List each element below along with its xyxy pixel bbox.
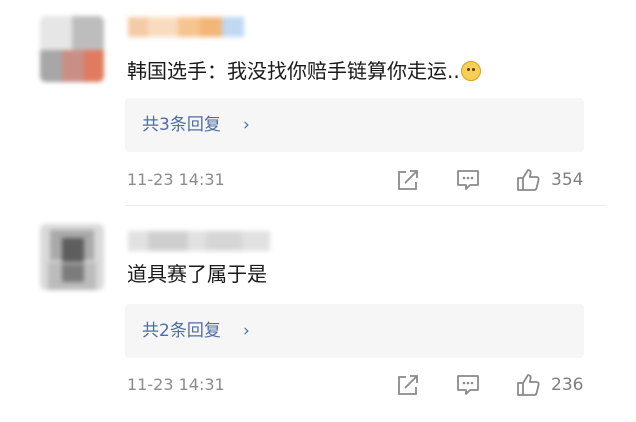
smirk-cat-emoji-icon xyxy=(460,61,481,81)
like-count: 354 xyxy=(551,170,584,190)
comment-meta-bar: 11-23 14:31 236 xyxy=(0,371,636,401)
replies-panel[interactable]: 共3条回复 › xyxy=(125,98,584,152)
comment-text-content: 道具赛了属于是 xyxy=(127,262,267,286)
avatar[interactable] xyxy=(40,224,104,290)
comment-icon[interactable] xyxy=(455,167,481,193)
timestamp: 11-23 14:31 xyxy=(127,375,225,394)
view-replies-link[interactable]: 共3条回复 xyxy=(142,114,221,136)
comment-icon[interactable] xyxy=(455,372,481,398)
username-obscured[interactable] xyxy=(128,14,244,40)
like-count: 236 xyxy=(551,375,584,395)
comment-item: 韩国选手：我没找你赔手链算你走运.. 共3条回复 › 11-23 14:31 3… xyxy=(0,0,636,205)
view-replies-link[interactable]: 共2条回复 xyxy=(142,320,221,342)
share-icon[interactable] xyxy=(395,167,421,193)
like-icon[interactable] xyxy=(515,167,541,193)
comment-meta-bar: 11-23 14:31 354 xyxy=(0,166,636,196)
chevron-right-icon: › xyxy=(243,321,250,341)
comment-text: 韩国选手：我没找你赔手链算你走运.. xyxy=(127,57,481,85)
comment-text: 道具赛了属于是 xyxy=(127,260,267,288)
comment-text-content: 韩国选手：我没找你赔手链算你走运.. xyxy=(127,59,460,83)
timestamp: 11-23 14:31 xyxy=(127,170,225,189)
like-icon[interactable] xyxy=(515,372,541,398)
comment-item: 道具赛了属于是 共2条回复 › 11-23 14:31 236 xyxy=(0,206,636,422)
chevron-right-icon: › xyxy=(243,115,250,135)
username-obscured[interactable] xyxy=(128,228,270,254)
avatar[interactable] xyxy=(40,16,104,82)
share-icon[interactable] xyxy=(395,372,421,398)
replies-panel[interactable]: 共2条回复 › xyxy=(125,304,584,358)
